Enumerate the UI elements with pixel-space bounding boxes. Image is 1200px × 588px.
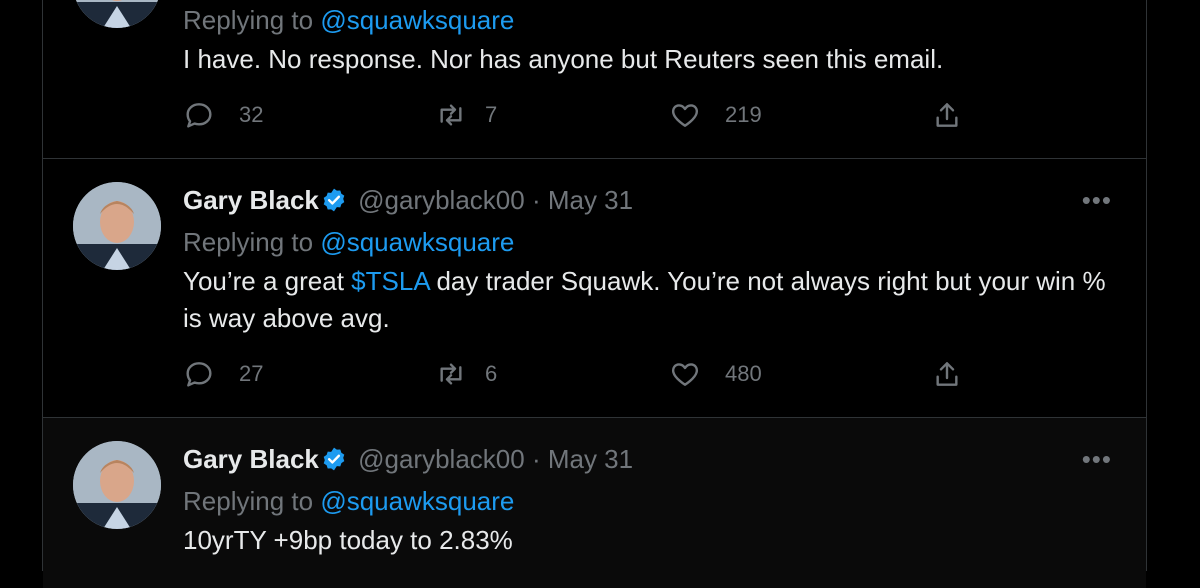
text-before: You’re a great	[183, 266, 352, 296]
tweet-actions: 32 7 219	[183, 99, 983, 139]
verified-badge-icon	[321, 187, 347, 220]
reply-count: 27	[239, 361, 264, 386]
replying-prefix: Replying to	[183, 5, 314, 35]
avatar[interactable]	[73, 441, 161, 529]
retweet-icon	[440, 363, 462, 385]
author-handle[interactable]: @garyblack00	[358, 185, 525, 215]
share-icon	[936, 362, 958, 386]
separator: ·	[531, 185, 541, 215]
reply-button[interactable]: 27	[183, 358, 263, 390]
author-handle[interactable]: @garyblack00	[358, 444, 525, 474]
tweet-header: Gary Black @garyblack00 · May 31	[183, 185, 633, 220]
tweet-text: 10yrTY +9bp today to 2.83%	[183, 525, 513, 555]
author-name[interactable]: Gary Black	[183, 444, 319, 474]
replying-prefix: Replying to	[183, 486, 314, 516]
timeline: Replying to @squawksquare I have. No res…	[42, 0, 1147, 588]
more-icon[interactable]: •••	[1082, 444, 1112, 475]
retweet-count: 7	[485, 102, 498, 127]
replying-to: Replying to @squawksquare	[183, 227, 514, 258]
share-icon	[936, 103, 958, 127]
tweet-date[interactable]: May 31	[548, 185, 633, 215]
replying-to: Replying to @squawksquare	[183, 5, 514, 36]
retweet-button[interactable]: 7	[435, 99, 497, 131]
verified-badge-icon	[321, 446, 347, 479]
tweet-text: I have. No response. Nor has anyone but …	[183, 44, 944, 74]
tweet-text: You’re a great $TSLA day trader Squawk. …	[183, 263, 1113, 337]
separator: ·	[531, 444, 541, 474]
tweet-actions: 27 6 480	[183, 358, 983, 398]
avatar[interactable]	[73, 0, 161, 28]
reply-icon	[186, 103, 212, 128]
like-icon	[671, 363, 699, 386]
like-icon	[671, 104, 699, 127]
tweet-header: Gary Black @garyblack00 · May 31	[183, 444, 633, 479]
like-count: 219	[725, 102, 762, 127]
cashtag-link[interactable]: $TSLA	[351, 266, 429, 296]
more-icon[interactable]: •••	[1082, 185, 1112, 216]
tweet-date[interactable]: May 31	[548, 444, 633, 474]
like-count: 480	[725, 361, 762, 386]
replying-handle-link[interactable]: @squawksquare	[320, 5, 514, 35]
reply-count: 32	[239, 102, 264, 127]
reply-icon	[186, 362, 212, 387]
replying-prefix: Replying to	[183, 227, 314, 257]
replying-handle-link[interactable]: @squawksquare	[320, 227, 514, 257]
tweet-item[interactable]: Replying to @squawksquare I have. No res…	[43, 0, 1146, 159]
avatar[interactable]	[73, 182, 161, 270]
retweet-count: 6	[485, 361, 498, 386]
author-name[interactable]: Gary Black	[183, 185, 319, 215]
reply-button[interactable]: 32	[183, 99, 263, 131]
retweet-button[interactable]: 6	[435, 358, 497, 390]
replying-handle-link[interactable]: @squawksquare	[320, 486, 514, 516]
share-button[interactable]	[931, 99, 963, 131]
like-button[interactable]: 219	[669, 99, 762, 131]
retweet-icon	[440, 104, 462, 126]
share-button[interactable]	[931, 358, 963, 390]
replying-to: Replying to @squawksquare	[183, 486, 514, 517]
tweet-item[interactable]: Gary Black @garyblack00 · May 31 ••• Rep…	[43, 159, 1146, 418]
tweet-item[interactable]: Gary Black @garyblack00 · May 31 ••• Rep…	[43, 418, 1146, 588]
like-button[interactable]: 480	[669, 358, 762, 390]
